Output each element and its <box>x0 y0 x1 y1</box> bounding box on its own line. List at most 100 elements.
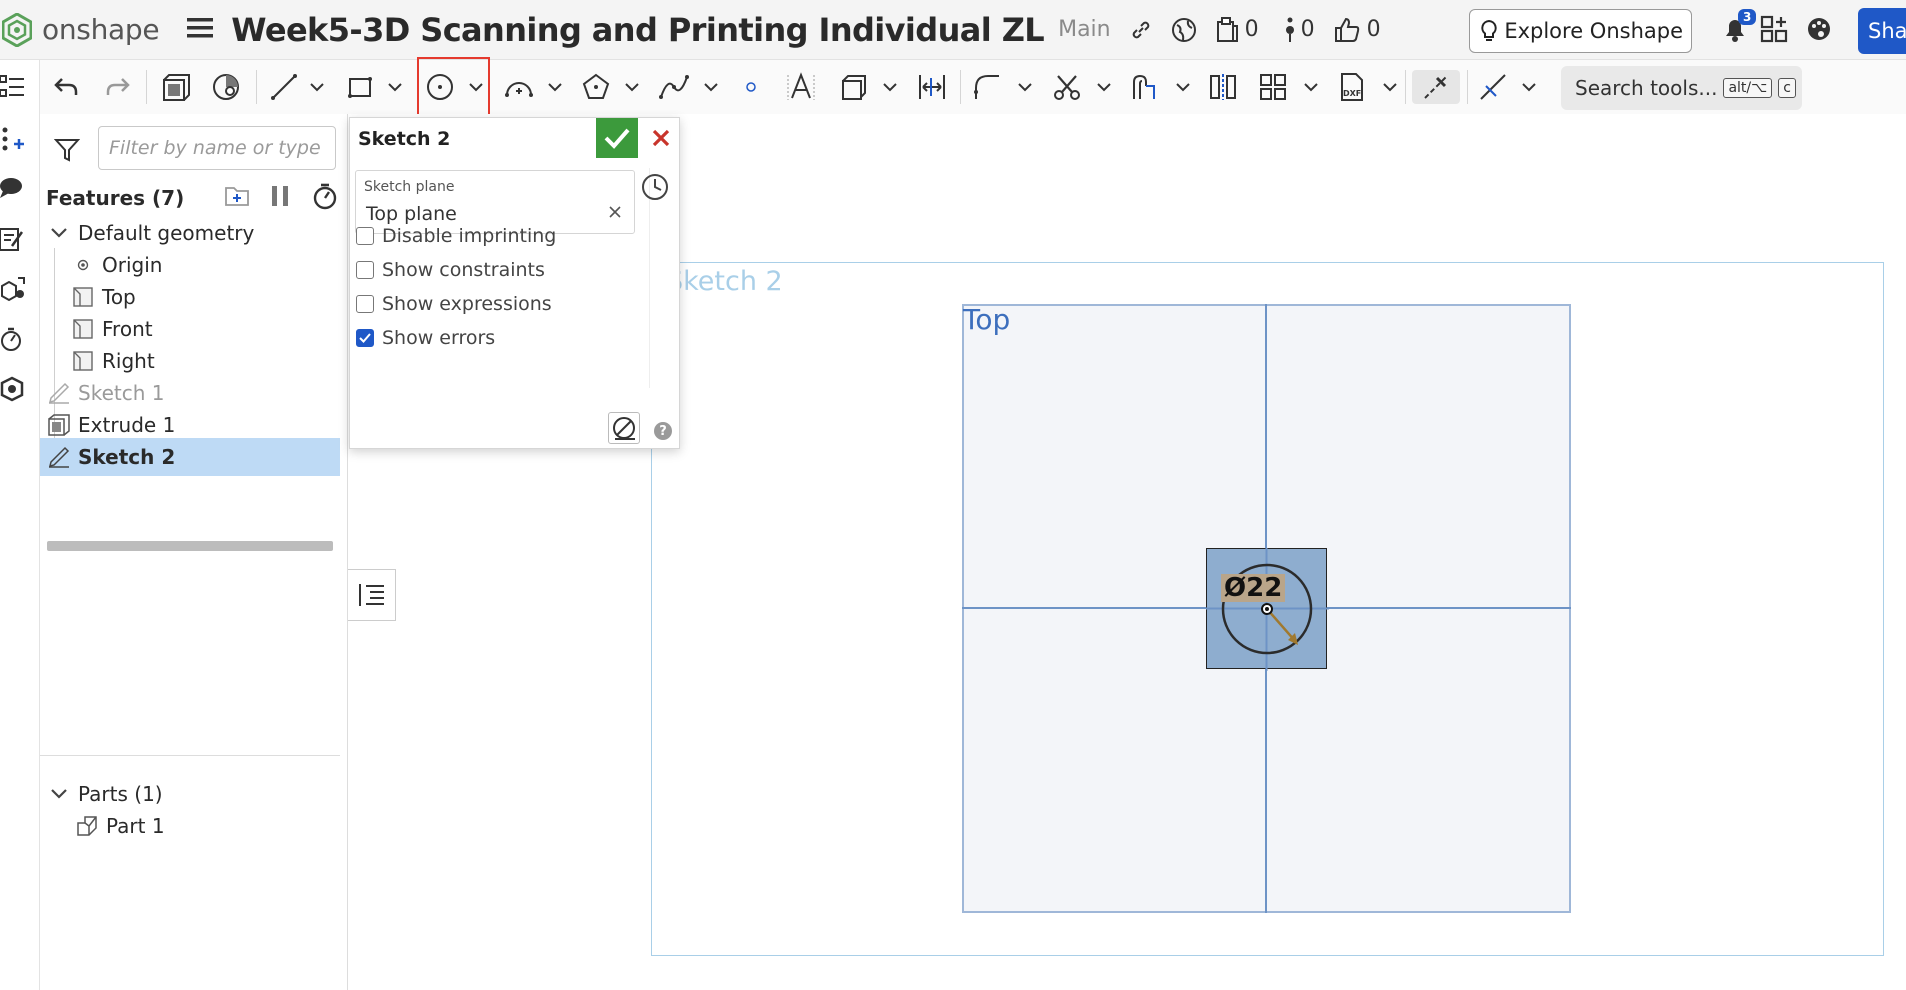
sketch-inspect-button[interactable] <box>608 412 640 444</box>
insert-part-icon[interactable] <box>0 126 26 156</box>
chevron-down-icon[interactable] <box>1518 70 1540 104</box>
chevron-down-icon[interactable] <box>46 220 72 246</box>
chevron-down-icon[interactable] <box>1014 70 1036 104</box>
diameter-dimension[interactable]: Ø22 <box>1221 574 1286 602</box>
pattern-tool-icon[interactable] <box>1256 70 1290 104</box>
show-constraints-checkbox[interactable]: Show constraints <box>356 257 545 283</box>
extrude-feature-icon[interactable] <box>158 70 192 104</box>
feature-list-icon[interactable] <box>0 74 26 104</box>
arc-tool-icon[interactable] <box>502 70 536 104</box>
tree-item-label: Part 1 <box>106 814 165 838</box>
pause-icon[interactable] <box>270 185 290 211</box>
share-button[interactable]: Share <box>1858 8 1906 54</box>
sketch-plane-label: Sketch plane <box>364 179 455 195</box>
point-tool-icon[interactable] <box>738 70 764 104</box>
chevron-down-icon[interactable] <box>306 70 328 104</box>
polygon-tool-icon[interactable] <box>580 70 612 104</box>
mass-properties-icon[interactable] <box>0 276 26 306</box>
construction-tool-icon[interactable] <box>1412 70 1460 104</box>
search-tools-button[interactable]: Search tools... alt/⌥ c <box>1561 66 1802 110</box>
checkbox-label: Show constraints <box>382 259 545 281</box>
feature-list-toggle[interactable] <box>348 569 396 621</box>
menu-icon[interactable] <box>187 17 214 43</box>
document-title[interactable]: Week5-3D Scanning and Printing Individua… <box>231 11 1044 49</box>
checkbox-box[interactable] <box>356 227 374 245</box>
appearance-icon[interactable] <box>0 376 26 406</box>
extrude-icon <box>46 412 72 438</box>
sketch-circle[interactable] <box>1206 548 1329 671</box>
chevron-down-icon[interactable] <box>1172 70 1194 104</box>
link-icon[interactable] <box>1129 18 1153 42</box>
intersection-tool-icon[interactable] <box>1476 70 1510 104</box>
tasks-count: 0 <box>1300 17 1315 42</box>
notes-icon[interactable] <box>0 226 26 256</box>
spline-tool-icon[interactable] <box>657 70 691 104</box>
dxf-import-icon[interactable]: DXF <box>1335 70 1369 104</box>
chevron-down-icon[interactable] <box>621 70 643 104</box>
likes-count: 0 <box>1366 17 1381 42</box>
checkbox-box-checked[interactable] <box>356 329 374 347</box>
show-errors-checkbox[interactable]: Show errors <box>356 325 495 351</box>
like-button[interactable]: 0 <box>1333 17 1381 43</box>
tree-item-sketch-2[interactable]: Sketch 2 <box>40 438 340 476</box>
clear-selection-icon[interactable] <box>608 204 622 223</box>
onshape-logo[interactable]: onshape <box>2 12 160 47</box>
history-icon[interactable] <box>640 172 670 206</box>
app-store-icon[interactable] <box>1760 15 1788 47</box>
globe-icon[interactable] <box>1171 17 1197 43</box>
list-indent-icon <box>358 584 384 606</box>
chevron-down-icon[interactable] <box>1300 70 1322 104</box>
tree-item-label: Parts (1) <box>78 782 163 806</box>
notifications-button[interactable]: 3 <box>1722 9 1757 47</box>
branch-name[interactable]: Main <box>1058 17 1111 42</box>
versions-button[interactable]: 0 <box>1215 16 1259 43</box>
sketch-dialog: Sketch 2 Sketch plane Top plane Disable … <box>349 117 680 449</box>
dimension-tool-icon[interactable] <box>915 70 949 104</box>
rollback-bar[interactable] <box>47 541 333 551</box>
onshape-app: onshape Week5-3D Scanning and Printing I… <box>0 0 1906 990</box>
svg-text:DXF: DXF <box>1343 89 1361 98</box>
chevron-down-icon[interactable] <box>544 70 566 104</box>
filter-icon[interactable] <box>53 138 81 166</box>
performance-icon[interactable] <box>0 326 26 356</box>
comments-icon[interactable] <box>0 176 26 204</box>
origin-icon <box>70 252 96 278</box>
chevron-down-icon[interactable] <box>1093 70 1115 104</box>
redo-icon[interactable] <box>102 70 134 104</box>
chevron-down-icon[interactable] <box>879 70 901 104</box>
chevron-down-icon[interactable] <box>1379 70 1401 104</box>
notifications-badge: 3 <box>1738 9 1757 25</box>
chevron-down-icon[interactable] <box>700 70 722 104</box>
checkmark-icon <box>604 128 630 149</box>
use-project-icon[interactable] <box>836 70 870 104</box>
tree-item-part-1[interactable]: Part 1 <box>74 807 374 845</box>
disable-imprinting-checkbox[interactable]: Disable imprinting <box>356 223 556 249</box>
plane-icon <box>70 316 96 342</box>
checkbox-box[interactable] <box>356 261 374 279</box>
show-expressions-checkbox[interactable]: Show expressions <box>356 291 552 317</box>
offset-tool-icon[interactable] <box>1128 70 1162 104</box>
undo-icon[interactable] <box>50 70 82 104</box>
filter-input[interactable] <box>98 126 336 170</box>
cancel-button[interactable] <box>642 118 680 158</box>
palette-icon[interactable] <box>1806 16 1832 46</box>
stopwatch-icon[interactable] <box>312 182 338 214</box>
revolve-feature-icon[interactable] <box>209 70 243 104</box>
feature-panel: Features (7) Default geometry Origin Top <box>40 114 348 990</box>
rectangle-tool-icon[interactable] <box>345 70 377 104</box>
fillet-tool-icon[interactable] <box>970 70 1004 104</box>
toolbar-separator <box>1405 70 1406 104</box>
features-label: Features (7) <box>46 186 185 210</box>
line-tool-icon[interactable] <box>268 70 300 104</box>
tasks-button[interactable]: 0 <box>1285 17 1315 43</box>
accept-button[interactable] <box>596 118 638 158</box>
trim-tool-icon[interactable] <box>1050 70 1084 104</box>
chevron-down-icon[interactable] <box>384 70 406 104</box>
chevron-down-icon[interactable] <box>46 781 72 807</box>
explore-onshape-button[interactable]: Explore Onshape <box>1469 9 1692 53</box>
add-folder-icon[interactable] <box>224 184 252 212</box>
checkbox-box[interactable] <box>356 295 374 313</box>
text-tool-icon[interactable] <box>784 70 818 104</box>
mirror-tool-icon[interactable] <box>1206 70 1240 104</box>
help-icon[interactable]: ? <box>654 422 672 440</box>
